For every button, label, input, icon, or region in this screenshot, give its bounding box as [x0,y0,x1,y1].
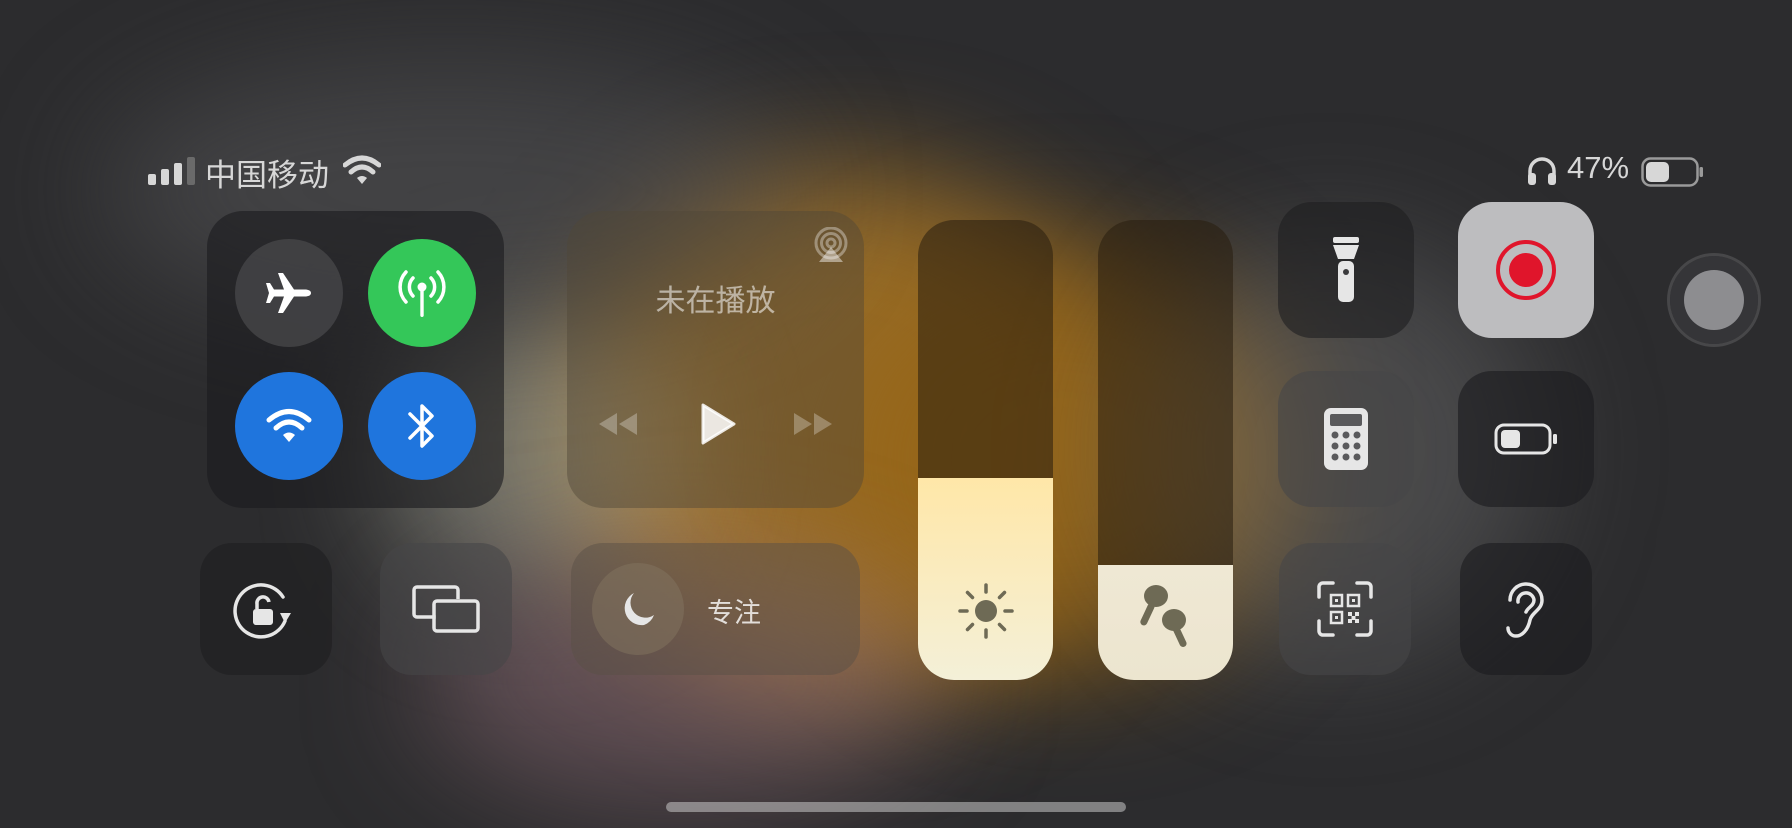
moon-icon [618,589,658,629]
record-icon [1494,238,1558,302]
screen-mirroring-icon [412,585,480,633]
cellular-signal-icon [148,156,196,186]
airpods-icon [1138,580,1194,652]
flashlight-button[interactable] [1278,202,1414,338]
now-playing-status: 未在播放 [655,285,776,318]
cellular-data-toggle[interactable] [368,239,476,347]
hearing-button[interactable] [1460,543,1592,675]
code-scanner-button[interactable] [1279,543,1411,675]
sun-icon [957,582,1015,640]
flashlight-icon [1331,237,1361,303]
carrier-name: 中国移动 [205,158,329,193]
volume-slider[interactable] [1098,220,1233,680]
battery-percentage: 47% [1567,150,1630,185]
assistive-touch-button[interactable] [1670,256,1758,344]
low-power-mode-button[interactable] [1458,371,1594,507]
focus-moon-circle [592,563,684,655]
screen-recording-button[interactable] [1458,202,1594,338]
focus-button[interactable]: 专注 [571,543,860,675]
airplane-mode-toggle[interactable] [235,239,343,347]
bluetooth-icon [405,401,439,451]
assistive-touch-inner [1684,270,1744,330]
calculator-icon [1324,408,1368,470]
battery-status-icon [1641,157,1705,187]
bluetooth-toggle[interactable] [368,372,476,480]
now-playing-module[interactable]: 未在播放 [567,211,864,508]
calculator-button[interactable] [1278,371,1414,507]
home-indicator[interactable] [666,802,1126,812]
connectivity-module [207,211,504,508]
brightness-slider[interactable] [918,220,1053,680]
fast-forward-icon[interactable] [792,411,834,437]
wifi-toggle[interactable] [235,372,343,480]
play-icon[interactable] [700,402,736,446]
focus-label: 专注 [707,598,761,628]
brightness-level-fill [918,478,1053,680]
airplay-icon[interactable] [813,227,849,263]
ear-icon [1504,578,1548,640]
qr-scanner-icon [1317,581,1373,637]
wifi-status-icon [343,155,381,185]
cellular-antenna-icon [396,267,448,319]
headphones-icon [1526,155,1558,187]
rotation-lock-icon [233,579,299,639]
rotation-lock-button[interactable] [200,543,332,675]
wifi-icon [266,407,312,445]
airplane-icon [265,269,313,317]
battery-icon [1494,423,1558,455]
screen-mirroring-button[interactable] [380,543,512,675]
rewind-icon[interactable] [597,411,639,437]
